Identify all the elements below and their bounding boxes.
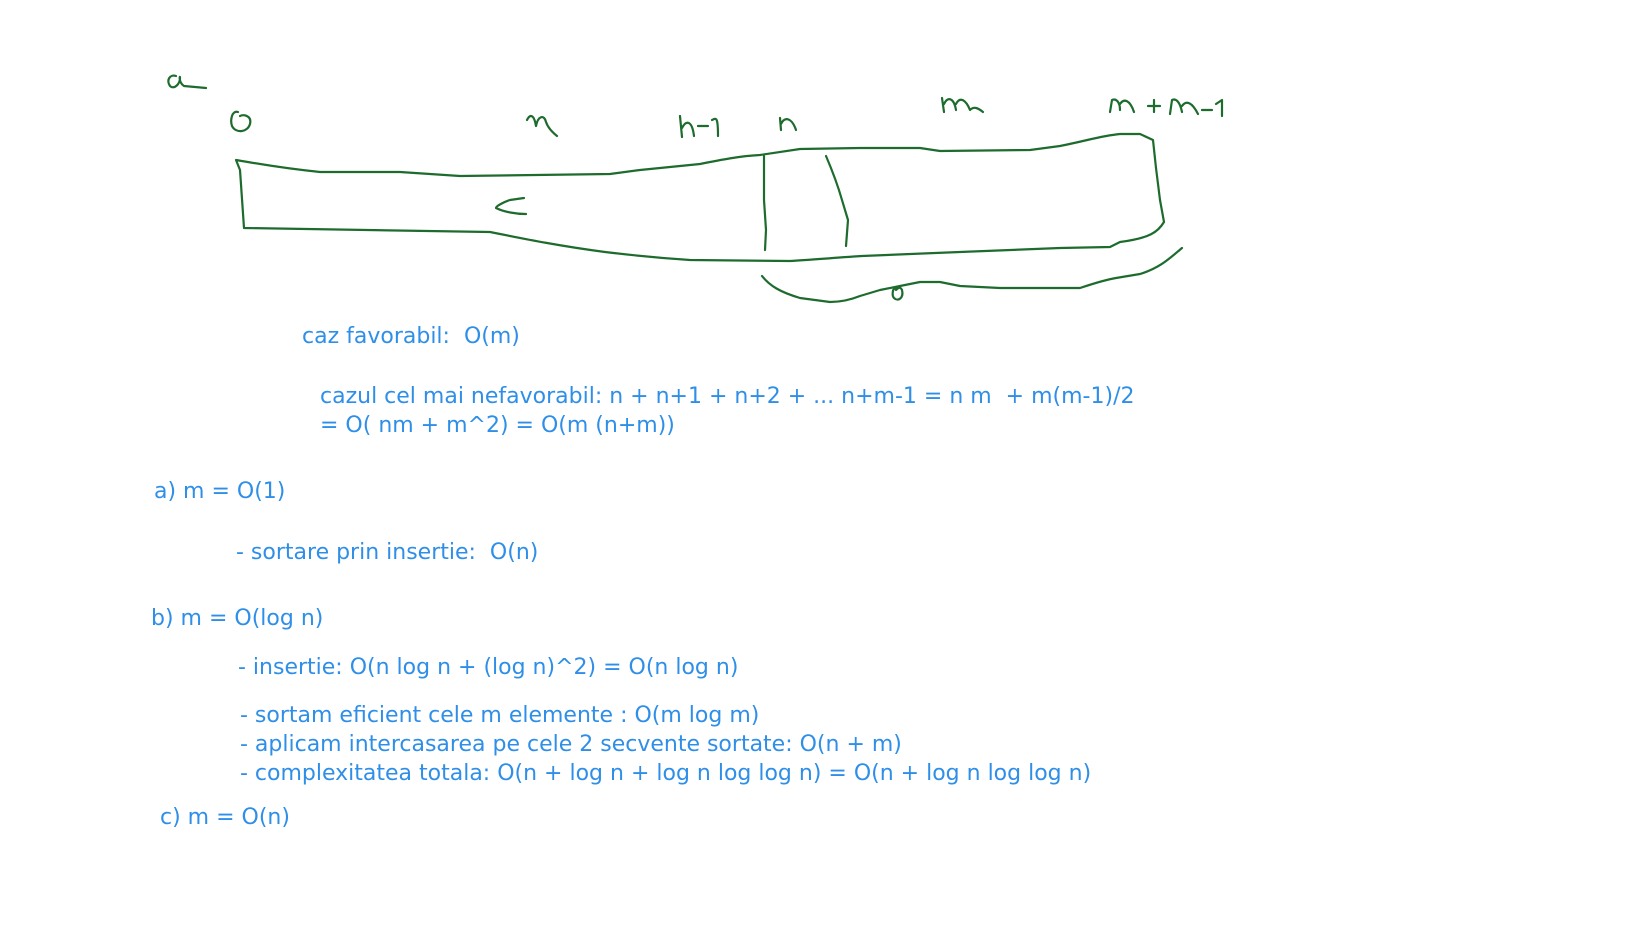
label-index-n (778, 116, 798, 132)
label-index-n-minus-1 (678, 114, 720, 139)
cazul-nefavorabil-line-2: = O( nm + m^2) = O(m (n+m)) (320, 413, 675, 438)
case-a-title: a) m = O(1) (154, 479, 286, 504)
case-b-item-3: - aplicam intercasarea pe cele 2 secvent… (240, 732, 902, 757)
label-brace-0 (891, 286, 904, 301)
case-c-title: c) m = O(n) (160, 805, 290, 830)
label-a (167, 74, 208, 90)
label-m-right (940, 96, 985, 114)
label-index-0 (230, 110, 252, 133)
case-b-item-1: - insertie: O(n log n + (log n)^2) = O(n… (238, 655, 739, 680)
label-m-plus-m-minus-1 (1108, 98, 1224, 118)
label-less-than (494, 196, 528, 216)
case-b-item-2: - sortam eficient cele m elemente : O(m … (240, 703, 760, 728)
case-b-title: b) m = O(log n) (151, 606, 324, 631)
case-a-item-1: - sortare prin insertie: O(n) (236, 540, 539, 565)
divider-n (824, 154, 850, 248)
brace-right-segment (760, 246, 1184, 304)
divider-n-minus-1 (762, 154, 768, 252)
caz-favorabil-line: caz favorabil: O(m) (302, 324, 520, 349)
label-index-m (525, 115, 559, 138)
case-b-item-4: - complexitatea totala: O(n + log n + lo… (240, 761, 1092, 786)
cazul-nefavorabil-line-1: cazul cel mai nefavorabil: n + n+1 + n+2… (320, 384, 1135, 409)
array-outline (234, 132, 1166, 263)
